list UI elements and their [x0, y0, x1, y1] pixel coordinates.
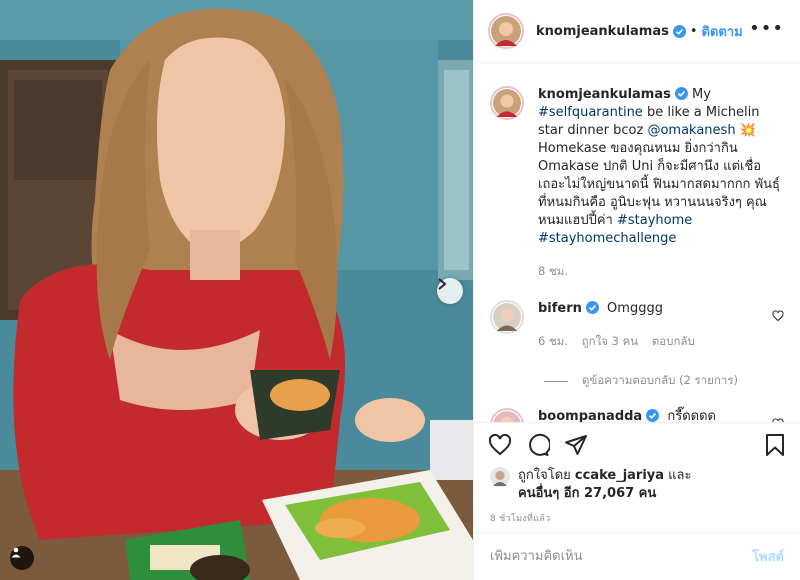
comment-text: Omgggg	[607, 301, 663, 316]
liked-by-prefix: ถูกใจโดย	[518, 468, 571, 483]
caption-segment: My	[692, 87, 711, 102]
caption-avatar-image	[493, 89, 521, 117]
share-button[interactable]	[564, 433, 588, 457]
add-comment-bar: โพสต์	[474, 532, 800, 580]
verified-badge-icon	[674, 87, 688, 100]
verified-badge-icon	[585, 301, 599, 314]
comment-meta: 6 ชม. ถูกใจ 3 คน ตอบกลับ	[538, 332, 784, 350]
caption-body: knomjeankulamas My #selfquarantine be li…	[538, 86, 784, 280]
reply-button[interactable]: ตอบกลับ	[652, 334, 695, 348]
comment-item: bifern Omgggg 6 ชม. ถูกใจ 3 คน ตอบกลับ	[490, 300, 784, 350]
verified-badge-icon	[672, 24, 686, 38]
liked-by-suffix: และ	[668, 468, 692, 483]
audio-icon	[11, 547, 21, 558]
comment-time[interactable]: 6 ชม.	[538, 334, 568, 348]
comment-body: bifern Omgggg 6 ชม. ถูกใจ 3 คน ตอบกลับ	[538, 300, 784, 350]
audio-toggle-button[interactable]	[10, 546, 34, 570]
comment-button[interactable]	[526, 433, 550, 457]
comment-avatar[interactable]	[490, 408, 524, 422]
caption-username[interactable]: knomjeankulamas	[538, 87, 671, 102]
comment-username[interactable]: boompanadda	[538, 409, 642, 422]
action-icons	[474, 423, 800, 467]
author-avatar-image	[491, 16, 521, 46]
likes-text: ถูกใจโดย ccake_jariya และ คนอื่นๆ อีก 27…	[518, 467, 692, 503]
comments-list[interactable]: knomjeankulamas My #selfquarantine be li…	[474, 64, 800, 422]
comment-avatar[interactable]	[490, 300, 524, 334]
comment-input[interactable]	[490, 549, 753, 564]
liker-avatar[interactable]	[490, 467, 510, 487]
post-comment-button[interactable]: โพสต์	[752, 546, 784, 567]
comment-avatar-image	[493, 303, 521, 331]
heart-icon	[488, 433, 512, 456]
next-media-button[interactable]	[437, 278, 463, 304]
comment-avatar-image	[493, 411, 521, 422]
hashtag-link[interactable]: #stayhome	[617, 213, 692, 228]
save-button[interactable]	[764, 433, 786, 457]
separator-dot: •	[689, 23, 698, 39]
more-options-button[interactable]: •••	[749, 20, 784, 38]
like-button[interactable]	[488, 433, 512, 457]
post-header: knomjeankulamas • ติดตาม •••	[474, 0, 800, 63]
hashtag-link[interactable]: #selfquarantine	[538, 105, 643, 120]
comment-body: boompanadda กรี๊ดดดด	[538, 408, 784, 422]
hashtag-link[interactable]: #stayhomechallenge	[538, 231, 676, 246]
mention-link[interactable]: @omakanesh	[647, 123, 735, 138]
others-likes-count[interactable]: คนอื่นๆ อีก 27,067 คน	[518, 486, 656, 501]
post-media[interactable]	[0, 0, 473, 580]
post-photo	[0, 0, 473, 580]
follow-button[interactable]: ติดตาม	[702, 21, 743, 42]
verified-badge-icon	[646, 409, 660, 422]
comment-item: boompanadda กรี๊ดดดด	[490, 408, 784, 422]
comment-text: กรี๊ดดดด	[667, 409, 716, 422]
comment-icon	[529, 433, 550, 456]
caption: knomjeankulamas My #selfquarantine be li…	[490, 86, 784, 280]
caption-avatar[interactable]	[490, 86, 524, 120]
liker-username[interactable]: ccake_jariya	[575, 468, 664, 483]
caption-text: My #selfquarantine be like a Michelin st…	[538, 87, 780, 246]
caption-meta: 8 ชม.	[538, 262, 784, 280]
post-timestamp[interactable]: 8 ชั่วโมงที่แล้ว	[474, 503, 800, 525]
author-username[interactable]: knomjeankulamas	[536, 24, 669, 39]
post-actions: ถูกใจโดย ccake_jariya และ คนอื่นๆ อีก 27…	[474, 422, 800, 580]
heart-icon[interactable]	[772, 310, 784, 322]
author-avatar[interactable]	[488, 13, 524, 49]
likes-summary: ถูกใจโดย ccake_jariya และ คนอื่นๆ อีก 27…	[474, 467, 800, 503]
bookmark-icon	[766, 434, 784, 456]
replies-divider	[544, 380, 568, 382]
post-side-panel: knomjeankulamas • ติดตาม ••• knomjeankul…	[473, 0, 800, 580]
comment-likes[interactable]: ถูกใจ 3 คน	[582, 334, 638, 348]
chevron-right-icon	[438, 278, 447, 290]
view-replies-button[interactable]: ดูข้อความตอบกลับ (2 รายการ)	[544, 372, 784, 390]
caption-time[interactable]: 8 ชม.	[538, 264, 568, 278]
paper-plane-icon	[565, 435, 587, 455]
view-replies-label: ดูข้อความตอบกลับ (2 รายการ)	[582, 373, 738, 387]
comment-username[interactable]: bifern	[538, 301, 582, 316]
